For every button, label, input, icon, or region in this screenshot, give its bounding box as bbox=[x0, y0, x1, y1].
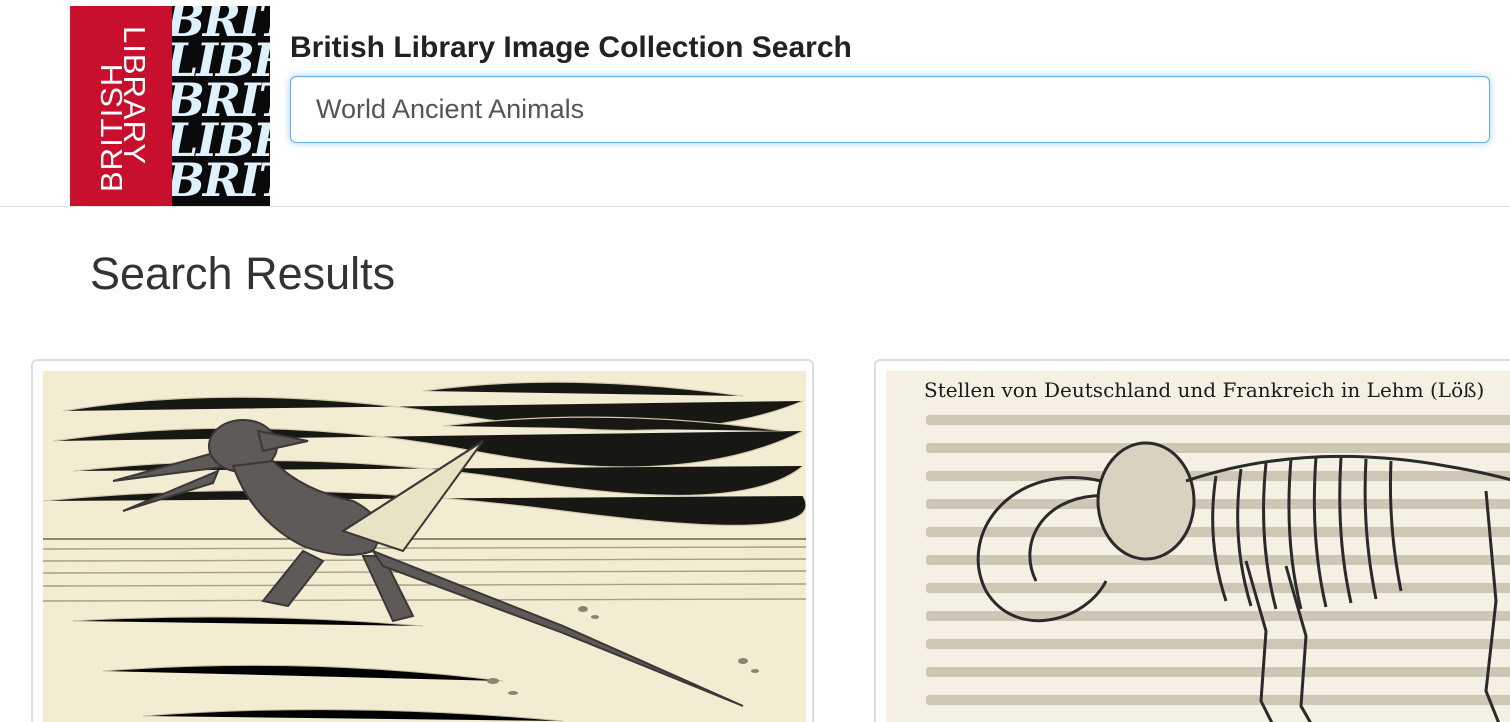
app-title: British Library Image Collection Search bbox=[290, 31, 852, 64]
logo-red-panel: BRITISH LIBRARY bbox=[70, 6, 172, 206]
result-image-mammoth[interactable]: Stellen von Deutschland und Frankreich i… bbox=[886, 371, 1510, 722]
result-card[interactable]: Stellen von Deutschland und Frankreich i… bbox=[874, 359, 1510, 722]
logo-word-library: LIBRARY bbox=[117, 26, 152, 166]
page-title: Search Results bbox=[90, 248, 396, 299]
site-header: BRITISH LIBRARY BRITI LIBRA BRITI LIBRA … bbox=[0, 0, 1510, 207]
image-caption-text: Stellen von Deutschland und Frankreich i… bbox=[924, 378, 1484, 402]
result-image-pterodactyl[interactable] bbox=[43, 371, 806, 722]
search-input[interactable] bbox=[290, 76, 1490, 143]
result-card[interactable] bbox=[31, 359, 814, 722]
british-library-logo[interactable]: BRITISH LIBRARY BRITI LIBRA BRITI LIBRA … bbox=[70, 6, 270, 206]
logo-lettering-pattern: BRITI LIBRA BRITI LIBRA BRITI bbox=[172, 6, 270, 206]
logo-pattern-line: BRITI bbox=[172, 153, 270, 206]
